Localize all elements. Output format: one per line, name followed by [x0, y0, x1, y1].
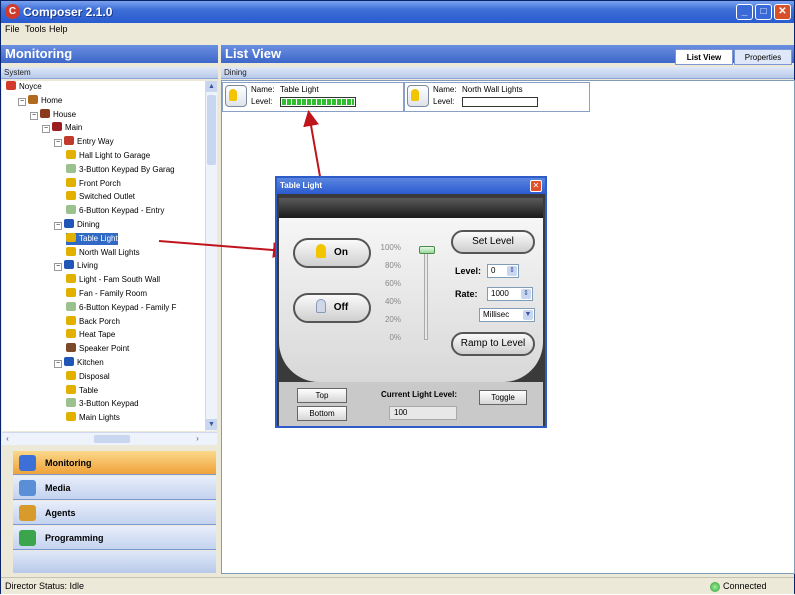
scale-40: 40%: [384, 297, 401, 306]
connection-status: Connected: [723, 581, 767, 591]
dialog-footer: Top Bottom Current Light Level: 100 Togg…: [279, 382, 543, 426]
off-button[interactable]: Off: [293, 293, 371, 323]
status-bar: Director Status: Idle Connected: [1, 577, 794, 594]
table-light-dialog: Table Light ✕ On Off 100% 80% 60% 40% 20…: [275, 176, 547, 428]
level-field-label: Level:: [455, 266, 482, 276]
current-level-value: 100: [389, 406, 457, 420]
app-window: C Composer 2.1.0 _ □ ✕ File Tools Help M…: [0, 0, 795, 594]
scale-100: 100%: [380, 243, 401, 252]
rate-spinner-value: 1000: [491, 289, 509, 298]
scale-80: 80%: [384, 261, 401, 270]
level-spinner-value: 0: [491, 266, 496, 275]
chevron-down-icon[interactable]: ▼: [523, 310, 533, 320]
rate-unit-value: Millisec: [483, 310, 510, 319]
dialog-close-icon[interactable]: ✕: [530, 180, 542, 192]
scale-0: 0%: [389, 333, 401, 342]
off-label: Off: [333, 302, 349, 313]
bulb-on-icon: [316, 244, 327, 258]
level-slider-track[interactable]: [424, 246, 428, 340]
rate-field-label: Rate:: [455, 289, 478, 299]
scale-60: 60%: [384, 279, 401, 288]
connected-icon: [710, 582, 720, 592]
scale-20: 20%: [384, 315, 401, 324]
toggle-button[interactable]: Toggle: [479, 390, 527, 405]
rate-unit-select[interactable]: Millisec ▼: [479, 308, 535, 322]
spinner-arrows-icon[interactable]: ⇕: [507, 266, 517, 276]
dialog-band: [279, 198, 543, 218]
ramp-to-level-button[interactable]: Ramp to Level: [451, 332, 535, 356]
top-button[interactable]: Top: [297, 388, 347, 403]
on-label: On: [334, 247, 348, 258]
set-level-button[interactable]: Set Level: [451, 230, 535, 254]
current-level-label: Current Light Level:: [381, 390, 458, 399]
spinner-arrows-icon[interactable]: ⇕: [521, 289, 531, 299]
bottom-button[interactable]: Bottom: [297, 406, 347, 421]
arrow-tree-to-dialog: [158, 240, 289, 259]
level-spinner[interactable]: 0 ⇕: [487, 264, 519, 278]
bulb-off-icon: [315, 299, 326, 313]
director-status: Director Status: Idle: [5, 581, 85, 591]
rate-spinner[interactable]: 1000 ⇕: [487, 287, 533, 301]
on-button[interactable]: On: [293, 238, 371, 268]
dialog-title: Table Light: [277, 178, 545, 194]
dialog-body: On Off 100% 80% 60% 40% 20% 0% Set Level…: [279, 218, 543, 382]
level-slider-thumb[interactable]: [419, 246, 435, 254]
